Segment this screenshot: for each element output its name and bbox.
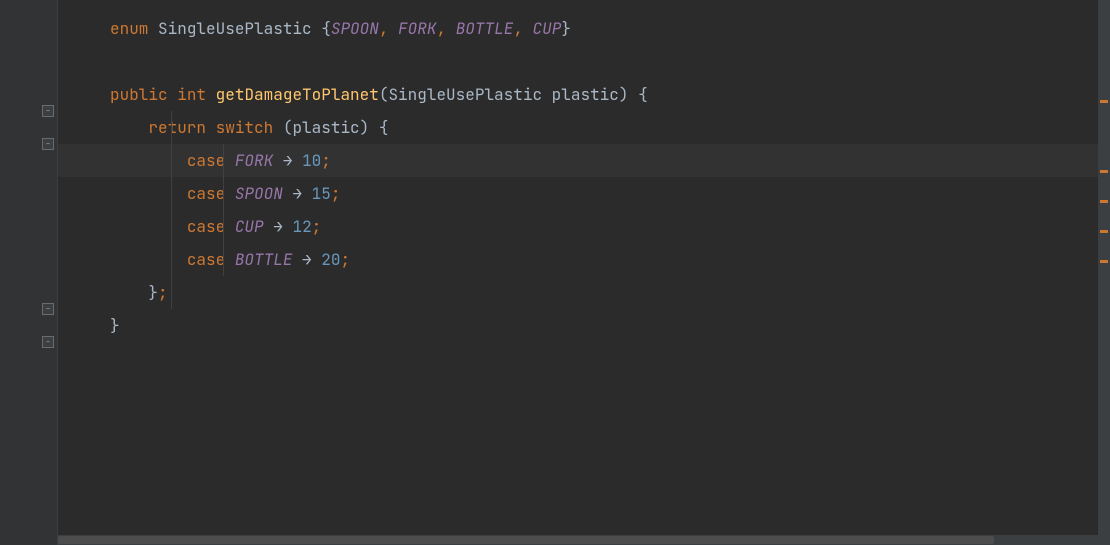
semicolon: ;: [340, 249, 350, 270]
brace-close: }: [561, 18, 571, 39]
paren-close: ): [619, 84, 629, 105]
method-name: getDamageToPlanet: [216, 84, 379, 105]
keyword-case: case: [187, 150, 225, 171]
keyword-return: return: [148, 117, 206, 138]
comma: ,: [379, 18, 389, 39]
brace-close: }: [148, 282, 158, 303]
code-line[interactable]: case CUP → 12;: [58, 210, 1110, 243]
paren-open: (: [283, 117, 293, 138]
semicolon: ;: [158, 282, 168, 303]
scrollbar-thumb[interactable]: [58, 536, 994, 544]
editor-container: enum SingleUsePlastic {SPOON, FORK, BOTT…: [0, 0, 1110, 545]
enum-constant: FORK: [235, 150, 273, 171]
brace-open: {: [638, 84, 648, 105]
scroll-marker-icon: [1100, 230, 1108, 233]
enum-constant: BOTTLE: [235, 249, 293, 270]
type-name: SingleUsePlastic: [158, 18, 312, 39]
arrow-icon: →: [273, 216, 283, 237]
enum-constant: SPOON: [235, 183, 283, 204]
fold-indicator-icon[interactable]: [42, 336, 54, 348]
code-line[interactable]: enum SingleUsePlastic {SPOON, FORK, BOTT…: [58, 12, 1110, 45]
keyword-case: case: [187, 249, 225, 270]
paren-open: (: [379, 84, 389, 105]
keyword-int: int: [177, 84, 206, 105]
number-literal: 12: [292, 216, 311, 237]
keyword-case: case: [187, 183, 225, 204]
param-name: plastic: [552, 84, 619, 105]
semicolon: ;: [331, 183, 341, 204]
code-area[interactable]: enum SingleUsePlastic {SPOON, FORK, BOTT…: [58, 0, 1110, 545]
paren-close: ): [360, 117, 370, 138]
number-literal: 10: [302, 150, 321, 171]
keyword-switch: switch: [216, 117, 274, 138]
vertical-scrollbar[interactable]: [1098, 0, 1110, 545]
number-literal: 15: [312, 183, 331, 204]
fold-indicator-icon[interactable]: [42, 303, 54, 315]
code-line[interactable]: }: [58, 309, 1110, 342]
code-line[interactable]: case BOTTLE → 20;: [58, 243, 1110, 276]
scroll-marker-icon: [1100, 170, 1108, 173]
enum-constant: BOTTLE: [456, 18, 514, 39]
brace-close: }: [110, 315, 120, 336]
code-line[interactable]: [58, 45, 1110, 78]
semicolon: ;: [321, 150, 331, 171]
brace-open: {: [379, 117, 389, 138]
enum-constant: CUP: [533, 18, 562, 39]
comma: ,: [436, 18, 446, 39]
horizontal-scrollbar[interactable]: [58, 535, 1098, 545]
fold-indicator-icon[interactable]: [42, 105, 54, 117]
arrow-icon: →: [292, 183, 302, 204]
arrow-icon: →: [302, 249, 312, 270]
code-line[interactable]: return switch (plastic) {: [58, 111, 1110, 144]
fold-indicator-icon[interactable]: [42, 138, 54, 150]
code-line[interactable]: public int getDamageToPlanet(SingleUsePl…: [58, 78, 1110, 111]
arrow-icon: →: [283, 150, 293, 171]
code-line[interactable]: };: [58, 276, 1110, 309]
scroll-marker-icon: [1100, 100, 1108, 103]
gutter: [0, 0, 58, 545]
switch-expression: plastic: [292, 117, 359, 138]
enum-constant: FORK: [398, 18, 436, 39]
scroll-marker-icon: [1100, 260, 1108, 263]
keyword-public: public: [110, 84, 168, 105]
brace-open: {: [321, 18, 331, 39]
enum-constant: SPOON: [331, 18, 379, 39]
semicolon: ;: [312, 216, 322, 237]
code-line-current[interactable]: case FORK → 10;: [58, 144, 1110, 177]
enum-constant: CUP: [235, 216, 264, 237]
number-literal: 20: [321, 249, 340, 270]
keyword-enum: enum: [110, 18, 148, 39]
param-type: SingleUsePlastic: [388, 84, 542, 105]
comma: ,: [513, 18, 523, 39]
code-line[interactable]: case SPOON → 15;: [58, 177, 1110, 210]
scroll-marker-icon: [1100, 200, 1108, 203]
keyword-case: case: [187, 216, 225, 237]
